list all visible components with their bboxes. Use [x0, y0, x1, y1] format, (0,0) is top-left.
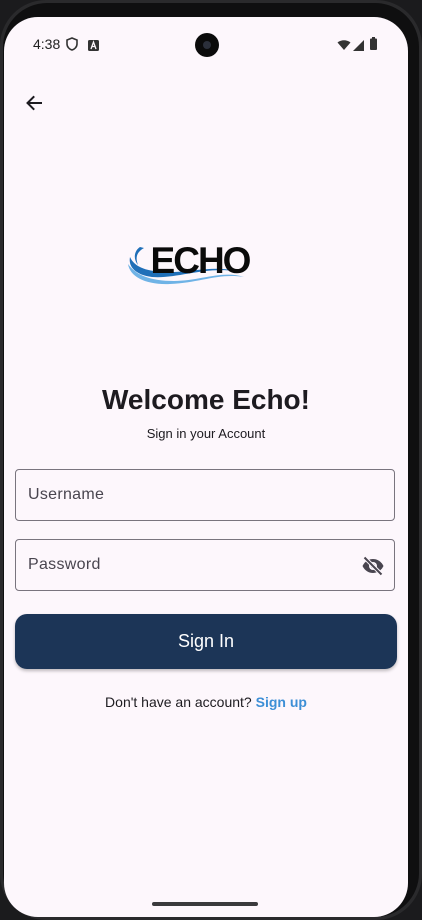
back-button[interactable] — [18, 87, 50, 119]
device-frame: 4:38 ECHO Welcome Echo! Sign in your Acc… — [0, 0, 422, 920]
password-input[interactable] — [16, 540, 394, 590]
signal-icon — [353, 38, 364, 56]
logo-text: ECHO — [151, 240, 251, 281]
username-input[interactable] — [16, 470, 394, 520]
status-time: 4:38 — [33, 36, 61, 52]
shield-icon — [66, 37, 78, 56]
eye-off-icon — [362, 556, 384, 576]
sign-up-link[interactable]: Sign up — [256, 694, 307, 710]
wifi-icon — [337, 38, 351, 56]
front-camera — [195, 33, 219, 57]
password-field[interactable] — [15, 539, 395, 591]
a-badge-icon — [88, 38, 99, 56]
app-screen: 4:38 ECHO Welcome Echo! Sign in your Acc… — [4, 17, 408, 917]
password-visibility-toggle[interactable] — [360, 553, 386, 579]
status-bar: 4:38 — [4, 17, 408, 69]
page-subtitle: Sign in your Account — [146, 426, 266, 441]
device-bezel: 4:38 ECHO Welcome Echo! Sign in your Acc… — [3, 3, 419, 917]
username-field[interactable] — [15, 469, 395, 521]
sign-in-button[interactable]: Sign In — [15, 614, 397, 669]
signup-prompt-text: Don't have an account? — [105, 694, 252, 710]
arrow-left-icon — [26, 95, 42, 111]
page-title: Welcome Echo! — [102, 384, 310, 415]
signup-prompt-row: Don't have an account? Sign up — [4, 694, 408, 710]
battery-icon — [370, 37, 377, 55]
home-indicator[interactable] — [152, 902, 258, 906]
echo-logo: ECHO — [126, 237, 268, 295]
